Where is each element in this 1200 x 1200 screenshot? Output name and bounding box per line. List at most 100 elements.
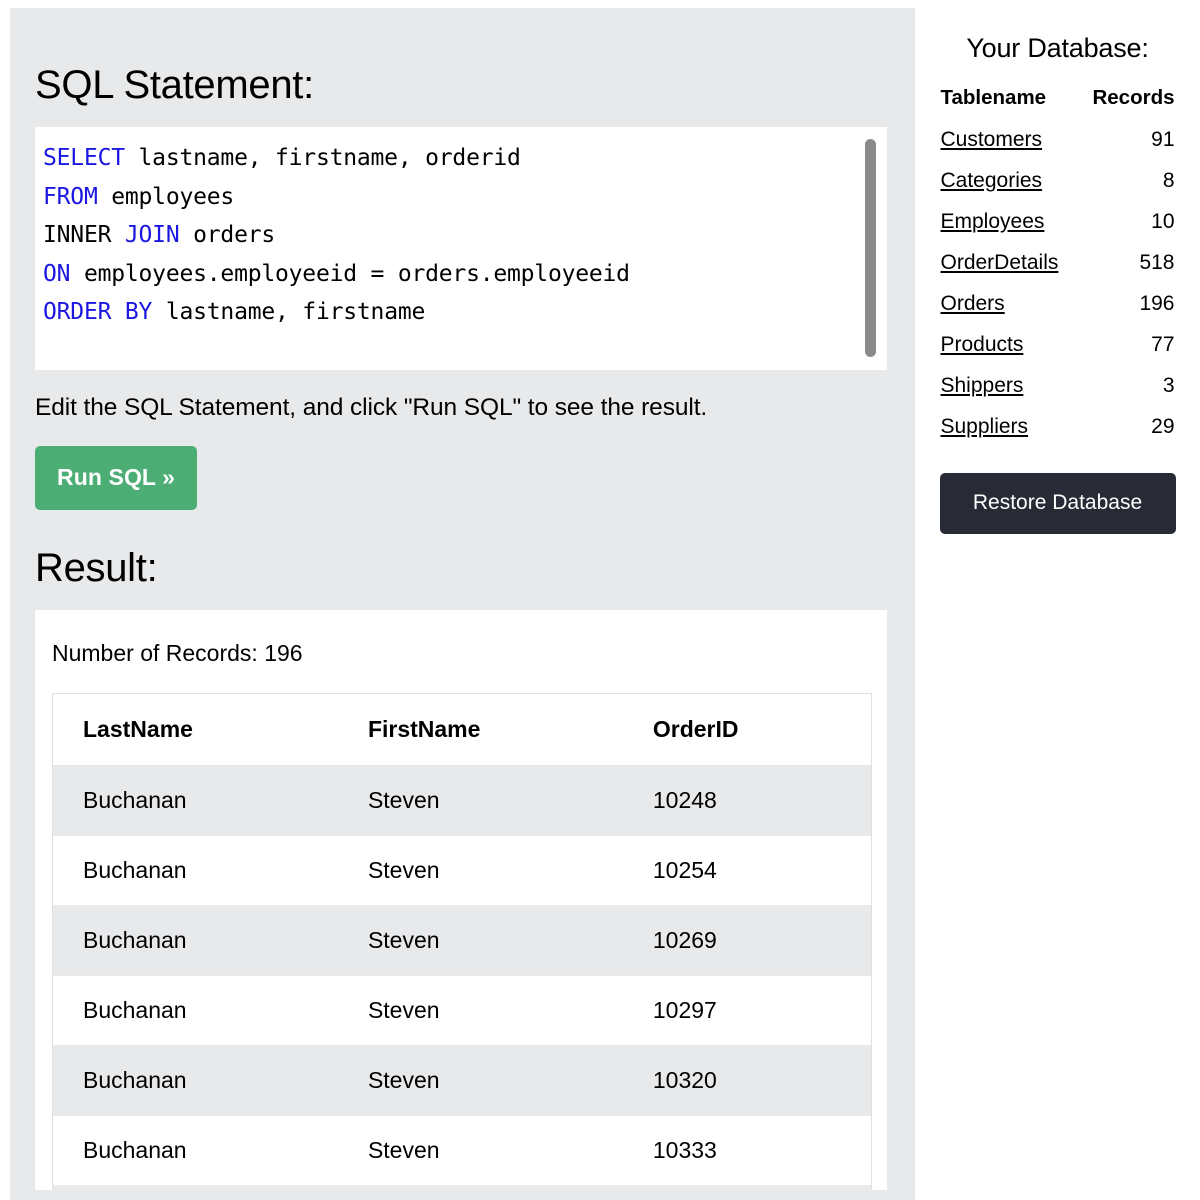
run-sql-button[interactable]: Run SQL » [35, 446, 198, 511]
result-table: LastName FirstName OrderID Buchanan Steve… [53, 694, 871, 1191]
sql-editor-scrollbar-thumb[interactable] [865, 139, 876, 357]
cell-orderid: 10333 [622, 1115, 871, 1187]
database-list-head: Tablename Records [941, 86, 1175, 119]
sql-keyword: FROM [43, 183, 98, 210]
database-table-name-cell: Products [941, 324, 1079, 365]
sql-keyword: ORDER BY [43, 299, 153, 325]
cell-firstname: Steven [337, 975, 623, 1047]
database-list-body: Customers 91 Categories 8 Employees 10 OrderDe… [941, 119, 1175, 447]
cell-orderid: 10254 [622, 835, 871, 907]
database-table-name-cell: Suppliers [941, 406, 1079, 447]
list-item: Categories 8 [941, 160, 1175, 201]
cell-firstname: Steven [337, 1115, 623, 1187]
result-panel: Number of Records: 196 LastName FirstNam… [35, 610, 887, 1191]
restore-database-button[interactable]: Restore Database [939, 473, 1176, 534]
list-item: Shippers 3 [941, 365, 1175, 406]
records-count-label: Number of Records: 196 [52, 640, 303, 667]
database-table-record-count: 196 [1139, 291, 1175, 315]
cell-firstname: Steven [337, 1185, 623, 1191]
sql-text: lastname, firstname [152, 299, 426, 325]
sql-editor-scrollbar[interactable] [865, 127, 883, 370]
cell-firstname: Steven [337, 1045, 623, 1117]
database-table-name-cell: OrderDetails [941, 242, 1079, 283]
list-item: Employees 10 [941, 201, 1175, 242]
page-root: SQL Statement: SELECT lastname, firstnam… [0, 0, 1200, 1200]
database-sidebar: Your Database: Tablename Records Custome… [925, 8, 1190, 1200]
cell-lastname: Buchanan [53, 765, 338, 837]
table-row: Buchanan Steven 10254 [53, 835, 871, 907]
cell-firstname: Steven [337, 835, 623, 907]
database-table-name-cell: Shippers [941, 365, 1079, 406]
cell-firstname: Steven [337, 765, 623, 837]
table-row: Buchanan Steven 10297 [53, 975, 871, 1047]
cell-lastname: Buchanan [53, 975, 338, 1047]
column-header-lastname: LastName [53, 694, 338, 767]
cell-firstname: Steven [337, 905, 623, 977]
cell-lastname: Buchanan [53, 1045, 338, 1117]
sql-tryit-main-panel: SQL Statement: SELECT lastname, firstnam… [10, 8, 915, 1200]
cell-orderid: 10269 [622, 905, 871, 977]
cell-orderid: 10358 [622, 1185, 871, 1191]
cell-orderid: 10248 [622, 765, 871, 837]
result-table-body: Buchanan Steven 10248 Buchanan Steven 10254 Bu… [53, 765, 871, 1191]
sidebar-title: Your Database: [966, 33, 1149, 63]
database-table-link[interactable]: Shippers [941, 374, 1024, 397]
database-tables-list: Tablename Records Customers 91 Categories 8… [941, 86, 1175, 447]
database-table-link[interactable]: Suppliers [941, 415, 1029, 438]
database-table-record-count: 10 [1151, 209, 1175, 233]
database-table-link[interactable]: Orders [941, 292, 1005, 315]
database-table-link[interactable]: OrderDetails [941, 251, 1059, 274]
list-item: OrderDetails 518 [941, 242, 1175, 283]
database-table-link[interactable]: Categories [941, 169, 1043, 192]
sql-text: INNER [43, 222, 125, 248]
cell-lastname: Buchanan [53, 835, 338, 907]
sql-code-text[interactable]: SELECT lastname, firstname, orderid FROM… [35, 127, 887, 332]
database-table-record-count: 3 [1162, 373, 1175, 397]
database-table-name-cell: Orders [941, 283, 1079, 324]
sql-statement-heading: SQL Statement: [35, 63, 314, 107]
database-table-name-cell: Customers [941, 119, 1079, 160]
database-table-record-count: 77 [1151, 332, 1175, 356]
sql-editor[interactable]: SELECT lastname, firstname, orderid FROM… [35, 127, 887, 370]
cell-orderid: 10320 [622, 1045, 871, 1117]
list-item: Orders 196 [941, 283, 1175, 324]
table-row: BuchananSteven10358 [53, 1185, 871, 1191]
cell-orderid: 10297 [622, 975, 871, 1047]
sql-keyword: JOIN [124, 222, 180, 248]
sql-text: orders [179, 222, 276, 248]
sql-text: lastname, firstname, orderid [124, 145, 521, 171]
database-table-record-count: 91 [1151, 127, 1175, 151]
sql-text: employees.employeeid = orders.employeeid [70, 260, 630, 287]
database-list-header-row: Tablename Records [941, 86, 1175, 119]
cell-lastname: Buchanan [53, 905, 338, 977]
column-header-orderid: OrderID [622, 694, 871, 767]
table-row: Buchanan Steven 10248 [53, 765, 871, 837]
list-item: Suppliers 29 [941, 406, 1175, 447]
table-row: Buchanan Steven 10320 [53, 1045, 871, 1117]
cell-lastname: Buchanan [53, 1115, 338, 1187]
header-tablename: Tablename [940, 86, 1047, 109]
result-table-head: LastName FirstName OrderID [53, 694, 871, 767]
edit-hint-text: Edit the SQL Statement, and click "Run S… [35, 394, 708, 421]
list-item: Customers 91 [941, 119, 1175, 160]
sql-text: employees [97, 183, 235, 210]
database-table-record-count: 518 [1139, 250, 1175, 274]
result-table-container: LastName FirstName OrderID Buchanan Steve… [52, 693, 872, 1191]
database-table-link[interactable]: Customers [941, 128, 1043, 151]
table-row: Buchanan Steven 10269 [53, 905, 871, 977]
database-table-name-cell: Categories [941, 160, 1079, 201]
column-header-firstname: FirstName [337, 694, 623, 767]
database-table-name-cell: Employees [941, 201, 1079, 242]
sql-keyword: SELECT [43, 145, 125, 171]
table-row: Buchanan Steven 10333 [53, 1115, 871, 1187]
database-table-link[interactable]: Employees [941, 210, 1045, 233]
list-item: Products 77 [941, 324, 1175, 365]
database-table-record-count: 29 [1151, 414, 1175, 438]
database-table-record-count: 8 [1162, 168, 1175, 192]
result-heading: Result: [35, 546, 158, 591]
result-table-header-row: LastName FirstName OrderID [53, 694, 871, 767]
header-records: Records [1092, 86, 1175, 109]
database-table-link[interactable]: Products [941, 333, 1024, 356]
cell-lastname: Buchanan [53, 1185, 338, 1191]
sql-keyword: ON [43, 260, 71, 287]
